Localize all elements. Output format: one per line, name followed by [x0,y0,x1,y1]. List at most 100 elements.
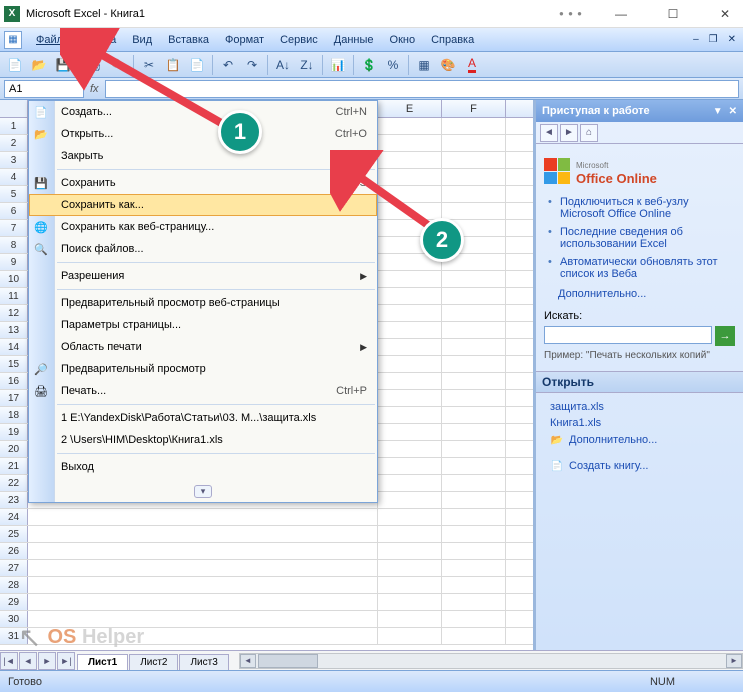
horizontal-scrollbar[interactable]: ◄ ► [239,653,743,669]
row-header[interactable]: 10 [0,271,28,287]
file-menu-item[interactable]: 📄Создать...Ctrl+N [29,101,377,123]
row-header[interactable]: 2 [0,135,28,151]
row-header[interactable]: 12 [0,305,28,321]
minimize-button[interactable]: — [607,4,635,24]
search-input[interactable] [544,326,712,344]
row-header[interactable]: 16 [0,373,28,389]
file-menu-item[interactable]: Разрешения▶ [29,265,377,287]
file-menu-item[interactable]: 🔍Поиск файлов... [29,238,377,260]
tab-nav-first[interactable]: |◄ [0,652,18,670]
file-menu-item[interactable]: Выход [29,456,377,478]
row-header[interactable]: 17 [0,390,28,406]
file-menu-item[interactable]: Область печати▶ [29,336,377,358]
row-header[interactable]: 8 [0,237,28,253]
row-header[interactable]: 19 [0,424,28,440]
fill-color-icon[interactable]: 🎨 [437,54,459,76]
search-go-button[interactable]: → [715,326,735,346]
menu-format[interactable]: Формат [217,31,272,49]
row-header[interactable]: 25 [0,526,28,542]
paste-icon[interactable]: 📄 [186,54,208,76]
quick-access-dots[interactable]: ● ● ● [559,9,583,18]
excel-doc-icon[interactable]: ▦ [4,31,22,49]
select-all-corner[interactable] [0,100,28,117]
row-header[interactable]: 4 [0,169,28,185]
file-menu-item[interactable]: 💾СохранитьCtrl+S [29,172,377,194]
taskpane-close-icon[interactable]: ✕ [729,106,737,117]
row-header[interactable]: 26 [0,543,28,559]
row-header[interactable]: 28 [0,577,28,593]
row-header[interactable]: 18 [0,407,28,423]
row-header[interactable]: 27 [0,560,28,576]
redo-icon[interactable]: ↷ [241,54,263,76]
close-button[interactable]: ✕ [711,4,739,24]
spreadsheet-grid[interactable]: E F G H 12345678910111213141516171819202… [0,100,533,650]
sheet-tab-3[interactable]: Лист3 [179,654,228,670]
file-menu-item[interactable]: 1 E:\YandexDisk\Работа\Статьи\03. M...\з… [29,407,377,429]
link-more[interactable]: Дополнительно... [558,288,735,300]
row-header[interactable]: 1 [0,118,28,134]
row-header[interactable]: 20 [0,441,28,457]
row-header[interactable]: 15 [0,356,28,372]
taskpane-dropdown-icon[interactable]: ▼ [713,106,723,117]
file-menu-item[interactable]: 🖨Печать...Ctrl+P [29,380,377,402]
currency-icon[interactable]: 💲 [358,54,380,76]
file-menu-item[interactable]: Закрыть [29,145,377,167]
scroll-right-icon[interactable]: ► [726,654,742,668]
create-workbook[interactable]: 📄Создать книгу... [544,457,735,475]
row-header[interactable]: 30 [0,611,28,627]
scroll-thumb[interactable] [258,654,318,668]
menu-file[interactable]: Файл [28,31,71,49]
open-more[interactable]: 📂Дополнительно... [544,431,735,449]
maximize-button[interactable]: ☐ [659,4,687,24]
file-menu-item[interactable]: 🌐Сохранить как веб-страницу... [29,216,377,238]
formula-input[interactable] [105,80,739,98]
recent-file-2[interactable]: Книга1.xls [544,415,735,431]
row-header[interactable]: 31 [0,628,28,644]
menu-edit[interactable]: Правка [71,31,124,49]
row-header[interactable]: 13 [0,322,28,338]
nav-back-icon[interactable]: ◄ [540,124,558,142]
sheet-tab-1[interactable]: Лист1 [77,654,128,670]
doc-close-button[interactable]: ✕ [725,34,739,45]
file-menu-item[interactable]: 📂Открыть...Ctrl+O [29,123,377,145]
chart-icon[interactable]: 📊 [327,54,349,76]
row-header[interactable]: 22 [0,475,28,491]
link-connect[interactable]: Подключиться к веб-узлу Microsoft Office… [560,196,689,220]
preview-icon[interactable]: 🔍 [107,54,129,76]
tab-nav-next[interactable]: ► [38,652,56,670]
tab-nav-last[interactable]: ►| [57,652,75,670]
print-icon[interactable]: 🖨 [83,54,105,76]
file-menu-item[interactable]: 2 \Users\HIM\Desktop\Книга1.xls [29,429,377,451]
name-box[interactable]: A1 [4,80,84,98]
font-color-icon[interactable]: A [461,54,483,76]
recent-file-1[interactable]: защита.xls [544,399,735,415]
row-header[interactable]: 3 [0,152,28,168]
sort-asc-icon[interactable]: A↓ [272,54,294,76]
row-header[interactable]: 21 [0,458,28,474]
row-header[interactable]: 6 [0,203,28,219]
tab-nav-prev[interactable]: ◄ [19,652,37,670]
row-header[interactable]: 5 [0,186,28,202]
row-header[interactable]: 9 [0,254,28,270]
fx-icon[interactable]: fx [90,83,99,95]
doc-minimize-button[interactable]: – [690,34,702,45]
col-g[interactable]: G [506,100,533,117]
row-header[interactable]: 14 [0,339,28,355]
col-e[interactable]: E [378,100,442,117]
sort-desc-icon[interactable]: Z↓ [296,54,318,76]
col-f[interactable]: F [442,100,506,117]
link-news[interactable]: Последние сведения об использовании Exce… [560,226,683,250]
file-menu-item[interactable]: 🔎Предварительный просмотр [29,358,377,380]
menu-insert[interactable]: Вставка [160,31,217,49]
doc-restore-button[interactable]: ❐ [706,34,721,45]
open-icon[interactable]: 📂 [28,54,50,76]
menu-help[interactable]: Справка [423,31,482,49]
undo-icon[interactable]: ↶ [217,54,239,76]
scroll-left-icon[interactable]: ◄ [240,654,256,668]
sheet-tab-2[interactable]: Лист2 [129,654,178,670]
percent-icon[interactable]: % [382,54,404,76]
file-menu-item[interactable]: Параметры страницы... [29,314,377,336]
nav-fwd-icon[interactable]: ► [560,124,578,142]
file-menu-item[interactable]: Предварительный просмотр веб-страницы [29,292,377,314]
link-auto-update[interactable]: Автоматически обновлять этот список из В… [560,256,718,280]
